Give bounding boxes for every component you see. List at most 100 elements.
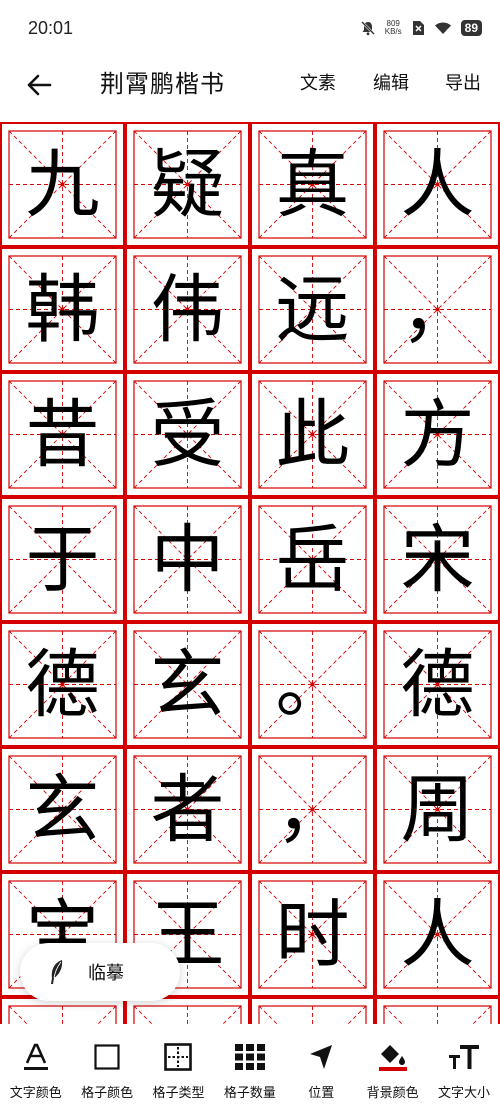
grid-character: 周 (400, 766, 475, 853)
wifi-icon (434, 21, 452, 35)
grid-cell[interactable]: ， (375, 247, 500, 372)
grid-cell[interactable]: 远 (250, 247, 375, 372)
grid-character: 韩 (25, 266, 100, 353)
grid-cell[interactable]: 德 (0, 622, 125, 747)
grid-cell[interactable]: 德 (375, 622, 500, 747)
text-size-label: 文字大小 (438, 1086, 491, 1101)
grid-cell[interactable]: 中 (125, 497, 250, 622)
grid-character (375, 997, 500, 1024)
grid-cell[interactable]: 人 (375, 122, 500, 247)
grid-cell[interactable]: 宋 (375, 497, 500, 622)
net-speed-unit: KB/s (384, 27, 402, 36)
grid-character: 。 (275, 641, 350, 728)
grid-cell[interactable]: 玄 (125, 622, 250, 747)
grid-cell[interactable] (375, 997, 500, 1024)
battery-indicator: 89 (460, 20, 482, 36)
text-color-button[interactable]: 文字颜色 (0, 1024, 71, 1111)
grid-character: 真 (275, 141, 350, 228)
grid-character: 受 (150, 391, 225, 478)
grid-character: 德 (25, 641, 100, 728)
background-color-button[interactable]: 背景颜色 (357, 1024, 428, 1111)
grid-cell[interactable]: 。 (250, 622, 375, 747)
grid-cell[interactable]: 此 (250, 372, 375, 497)
grid-character: 此 (275, 391, 350, 478)
status-icons: 809 KB/s 89 (360, 20, 482, 36)
grid-cell[interactable]: 周 (375, 747, 500, 872)
grid-character: 玄 (150, 641, 225, 728)
grid-character: 时 (275, 891, 350, 978)
grid-character: 者 (150, 766, 225, 853)
grid-cell[interactable]: 于 (0, 497, 125, 622)
grid-cell[interactable]: 玄 (0, 747, 125, 872)
grid-cell[interactable]: 时 (250, 872, 375, 997)
grid-character: 中 (150, 516, 225, 603)
grid-cell[interactable]: 伟 (125, 247, 250, 372)
mute-bell-icon (360, 20, 376, 36)
net-speed: 809 KB/s (385, 20, 402, 36)
grid-cell[interactable]: 昔 (0, 372, 125, 497)
grid-cell[interactable]: 受 (125, 372, 250, 497)
text-size-icon (449, 1045, 480, 1069)
grid-cell[interactable] (125, 997, 250, 1024)
export-button[interactable]: 导出 (445, 72, 481, 96)
grid-character (250, 997, 375, 1024)
position-button[interactable]: 位置 (286, 1024, 357, 1111)
grid-character: 伟 (150, 266, 225, 353)
status-time: 20:01 (28, 17, 74, 38)
edit-button[interactable]: 编辑 (373, 72, 409, 96)
grid-character: 人 (400, 141, 475, 228)
grid-cell[interactable]: 方 (375, 372, 500, 497)
status-bar: 20:01 809 KB/s 89 (0, 0, 500, 56)
trace-label: 临摹 (88, 963, 124, 984)
grid-count-button[interactable]: 格子数量 (214, 1024, 285, 1111)
practice-grid-area[interactable]: 九疑真人韩伟远，昔受此方于中岳宋德玄。德玄者，周宝王时人 (0, 120, 500, 1024)
grid-cell[interactable]: 岳 (250, 497, 375, 622)
grid-type-icon (164, 1043, 193, 1071)
grid-character: 疑 (150, 141, 225, 228)
grid-character: ， (400, 266, 475, 353)
grid-cell[interactable]: 真 (250, 122, 375, 247)
grid-cell[interactable] (0, 997, 125, 1024)
grid-character: 远 (275, 266, 350, 353)
bottom-toolbar: 文字颜色 格子颜色 格子类型 格子数量 位置 背景颜色 文字大小 (0, 1024, 500, 1111)
grid-character: 方 (400, 391, 475, 478)
grid-color-icon (94, 1044, 120, 1070)
grid-type-button[interactable]: 格子类型 (143, 1024, 214, 1111)
feather-icon (51, 960, 63, 984)
grid-character: 岳 (275, 516, 350, 603)
back-button[interactable] (22, 68, 56, 102)
grid-cell[interactable]: 韩 (0, 247, 125, 372)
text-color-label: 文字颜色 (9, 1086, 62, 1101)
page-title: 荆霄鹏楷书 (100, 70, 225, 98)
background-color-label: 背景颜色 (366, 1086, 419, 1101)
text-size-button[interactable]: 文字大小 (428, 1024, 499, 1111)
position-icon (310, 1045, 333, 1069)
grid-character: 人 (400, 891, 475, 978)
grid-color-button[interactable]: 格子颜色 (71, 1024, 142, 1111)
grid-character: 昔 (25, 391, 100, 478)
grid-character (125, 997, 250, 1024)
text-source-button[interactable]: 文素 (300, 72, 336, 96)
grid-count-icon (234, 1044, 265, 1070)
grid-cell[interactable]: 九 (0, 122, 125, 247)
grid-cell[interactable]: 疑 (125, 122, 250, 247)
back-arrow-icon (27, 74, 52, 96)
grid-character: ， (275, 766, 350, 853)
app-bar: 荆霄鹏楷书 文素 编辑 导出 (0, 56, 500, 112)
grid-cell[interactable]: 者 (125, 747, 250, 872)
grid-character: 九 (25, 141, 100, 228)
grid-cell[interactable] (250, 997, 375, 1024)
grid-character (0, 997, 125, 1024)
grid-cell[interactable]: 人 (375, 872, 500, 997)
grid-count-label: 格子数量 (223, 1086, 276, 1101)
grid-color-label: 格子颜色 (81, 1086, 134, 1101)
grid-character: 宋 (400, 516, 475, 603)
trace-button[interactable]: 临摹 (20, 943, 180, 1001)
position-label: 位置 (308, 1086, 335, 1101)
practice-grid: 九疑真人韩伟远，昔受此方于中岳宋德玄。德玄者，周宝王时人 (0, 122, 500, 1024)
sim-off-icon (411, 20, 425, 36)
grid-cell[interactable]: ， (250, 747, 375, 872)
background-color-icon (378, 1045, 407, 1071)
grid-character: 玄 (25, 766, 100, 853)
grid-type-label: 格子类型 (152, 1086, 205, 1101)
